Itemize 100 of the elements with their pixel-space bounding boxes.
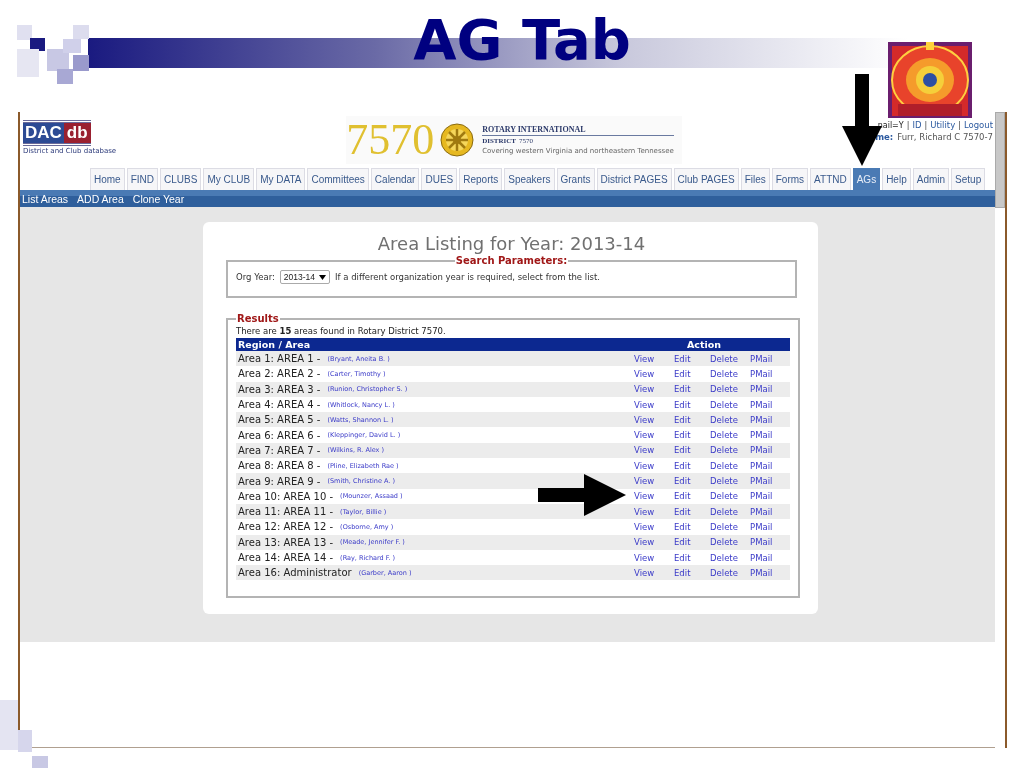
action-link[interactable]: View xyxy=(634,567,674,578)
action-link[interactable]: Delete xyxy=(710,399,750,410)
separator-text: | xyxy=(958,121,961,130)
action-link[interactable]: Delete xyxy=(710,430,750,441)
area-name: Area 6: AREA 6 - xyxy=(238,429,321,441)
nav-tab[interactable]: Admin xyxy=(912,168,950,190)
action-link[interactable]: Edit xyxy=(674,506,710,517)
action-link[interactable]: Edit xyxy=(674,445,710,456)
action-link[interactable]: PMail xyxy=(750,506,790,517)
action-link[interactable]: View xyxy=(634,353,674,364)
wheel-icon xyxy=(440,123,475,157)
action-link[interactable]: Edit xyxy=(674,491,710,502)
nav-tab[interactable]: My CLUB xyxy=(203,168,255,190)
action-link[interactable]: View xyxy=(634,414,674,425)
action-link[interactable]: PMail xyxy=(750,491,790,502)
results-summary: There are 15 areas found in Rotary District 7570. xyxy=(236,326,447,337)
action-link[interactable]: Delete xyxy=(710,414,750,425)
nav-tab[interactable]: Reports xyxy=(459,168,503,190)
action-link[interactable]: View xyxy=(634,368,674,379)
action-link[interactable]: Delete xyxy=(710,353,750,364)
action-link[interactable]: PMail xyxy=(750,476,790,486)
action-link[interactable]: Edit xyxy=(674,368,710,379)
action-link[interactable]: PMail xyxy=(750,567,790,578)
area-name: Area 2: AREA 2 - xyxy=(238,368,321,380)
nav-tab[interactable]: Help xyxy=(882,168,911,190)
user-link[interactable]: ID xyxy=(912,120,922,130)
action-link[interactable]: PMail xyxy=(750,445,790,456)
nav-tab[interactable]: Setup xyxy=(951,168,986,190)
action-link[interactable]: Delete xyxy=(710,567,750,578)
action-link[interactable]: PMail xyxy=(750,537,790,548)
action-link[interactable]: Edit xyxy=(674,460,710,471)
nav-tab[interactable]: Forms xyxy=(771,168,809,190)
nav-tab[interactable]: DUES xyxy=(421,168,458,190)
action-link[interactable]: PMail xyxy=(750,460,790,471)
action-link[interactable]: Edit xyxy=(674,353,710,364)
user-name-label: me: xyxy=(875,132,894,142)
nav-tab[interactable]: FIND xyxy=(126,168,159,190)
column-header: Action xyxy=(685,339,723,350)
action-link[interactable]: PMail xyxy=(750,399,790,410)
action-link[interactable]: Edit xyxy=(674,537,710,548)
action-link[interactable]: View xyxy=(634,430,674,441)
action-link[interactable]: Delete xyxy=(710,506,750,517)
action-link[interactable]: Delete xyxy=(710,491,750,502)
nav-tab[interactable]: Speakers xyxy=(504,168,555,190)
action-link[interactable]: View xyxy=(634,399,674,410)
action-link[interactable]: View xyxy=(634,445,674,456)
nav-tab[interactable]: AGs xyxy=(852,168,881,190)
subnav-link[interactable]: List Areas xyxy=(22,192,69,205)
action-link[interactable]: Edit xyxy=(674,521,710,532)
action-link[interactable]: View xyxy=(634,476,674,486)
action-link[interactable]: Delete xyxy=(710,384,750,395)
arrow-right-icon xyxy=(538,474,626,516)
nav-tab[interactable]: Files xyxy=(740,168,770,190)
district-number: 7570 xyxy=(346,118,435,162)
nav-tab[interactable]: District PAGES xyxy=(596,168,672,190)
user-link[interactable]: Logout xyxy=(963,120,993,130)
action-link[interactable]: View xyxy=(634,384,674,395)
action-link[interactable]: View xyxy=(634,491,674,502)
area-name: Area 1: AREA 1 - xyxy=(238,353,321,365)
action-link[interactable]: Delete xyxy=(710,537,750,548)
scrollbar-thumb[interactable] xyxy=(995,112,1005,208)
nav-tab[interactable]: Club PAGES xyxy=(673,168,739,190)
action-link[interactable]: Delete xyxy=(710,445,750,456)
action-link[interactable]: Edit xyxy=(674,567,710,578)
action-link[interactable]: Edit xyxy=(674,384,710,395)
user-link[interactable]: Utility xyxy=(930,120,956,130)
action-link[interactable]: Delete xyxy=(710,552,750,563)
action-link[interactable]: Delete xyxy=(710,521,750,532)
action-link[interactable]: Edit xyxy=(674,552,710,563)
subnav-link[interactable]: Clone Year xyxy=(132,192,185,205)
action-link[interactable]: PMail xyxy=(750,414,790,425)
action-link[interactable]: PMail xyxy=(750,353,790,364)
action-link[interactable]: View xyxy=(634,521,674,532)
action-link[interactable]: View xyxy=(634,537,674,548)
action-link[interactable]: Edit xyxy=(674,476,710,486)
action-link[interactable]: View xyxy=(634,552,674,563)
action-link[interactable]: Edit xyxy=(674,414,710,425)
nav-tab[interactable]: Home xyxy=(90,168,125,190)
action-link[interactable]: PMail xyxy=(750,384,790,395)
nav-tab[interactable]: Committees xyxy=(307,168,369,190)
subnav-link[interactable]: ADD Area xyxy=(77,192,124,205)
nav-tab[interactable]: ATTND xyxy=(810,168,851,190)
action-link[interactable]: Edit xyxy=(674,430,710,441)
nav-tab[interactable]: Grants xyxy=(556,168,595,190)
nav-tab[interactable]: My DATA xyxy=(256,168,306,190)
action-link[interactable]: View xyxy=(634,506,674,517)
action-link[interactable]: PMail xyxy=(750,552,790,563)
action-link[interactable]: PMail xyxy=(750,368,790,379)
nav-tab[interactable]: CLUBS xyxy=(160,168,202,190)
separator-text: | xyxy=(906,121,910,130)
action-link[interactable]: PMail xyxy=(750,521,790,532)
action-link[interactable]: Edit xyxy=(674,399,710,410)
year-select[interactable]: 2013-14 xyxy=(279,270,331,284)
action-link[interactable]: View xyxy=(634,460,674,471)
action-link[interactable]: PMail xyxy=(750,430,790,441)
action-link[interactable]: Delete xyxy=(710,460,750,471)
action-link[interactable]: Delete xyxy=(710,368,750,379)
action-link[interactable]: Delete xyxy=(710,476,750,486)
nav-tab[interactable]: Calendar xyxy=(370,168,420,190)
area-name: Area 16: Administrator xyxy=(238,567,352,579)
